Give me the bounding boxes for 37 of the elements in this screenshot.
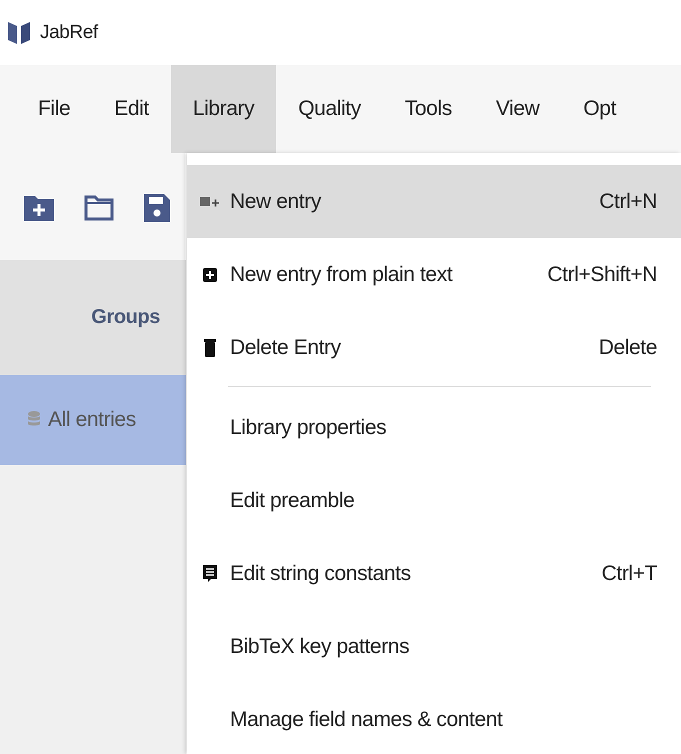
menu-item-label: New entry from plain text: [230, 262, 454, 286]
menu-item-label: Delete Entry: [230, 336, 342, 360]
menu-item[interactable]: Library properties: [187, 391, 681, 464]
note-icon: [202, 564, 218, 584]
groups-header: Groups: [0, 260, 186, 375]
menu-item-label: Edit preamble: [230, 488, 356, 512]
menu-item[interactable]: New entry from plain text Ctrl+Shift+N: [187, 238, 681, 311]
menu-item[interactable]: Edit preamble: [187, 464, 681, 537]
menu-item[interactable]: BibTeX key patterns: [187, 610, 681, 683]
menu-bar-item[interactable]: Opt: [561, 65, 638, 153]
menu-item-label: Library properties: [230, 416, 388, 440]
group-label: All entries: [48, 408, 136, 432]
menu-bar-item[interactable]: Library: [170, 65, 276, 153]
menu-bar-item[interactable]: Tools: [382, 65, 474, 153]
menu-bar-item[interactable]: View: [474, 65, 562, 153]
save-icon[interactable]: [144, 192, 170, 222]
group-item[interactable]: All entries: [0, 375, 186, 465]
shortcut-label: Delete: [598, 336, 657, 360]
menu-item-label: BibTeX key patterns: [230, 634, 410, 658]
trash-icon: [202, 338, 216, 358]
menu-bar-item[interactable]: Edit: [92, 65, 171, 153]
menu-item-label: New entry: [230, 190, 322, 214]
menu-item[interactable]: New entry Ctrl+N: [187, 165, 681, 238]
menu-item[interactable]: Edit string constants Ctrl+T: [187, 537, 681, 610]
menu-bar-item[interactable]: File: [16, 65, 92, 153]
window-title: JabRef: [40, 22, 98, 44]
menu-item[interactable]: Delete Entry Delete: [187, 311, 681, 384]
shortcut-label: Ctrl+Shift+N: [547, 262, 657, 286]
plus-square-icon: [202, 266, 218, 282]
menu-item-label: Edit string constants: [230, 562, 412, 586]
menu-item-label: Manage field names & content: [230, 708, 504, 732]
shortcut-label: Ctrl+N: [599, 190, 657, 214]
menu-item[interactable]: Manage field names & content: [187, 683, 681, 754]
menu-bar-item[interactable]: Quality: [276, 65, 383, 153]
folder-icon[interactable]: [84, 192, 114, 220]
book-logo-icon: [8, 20, 30, 46]
shortcut-label: Ctrl+T: [602, 562, 657, 586]
